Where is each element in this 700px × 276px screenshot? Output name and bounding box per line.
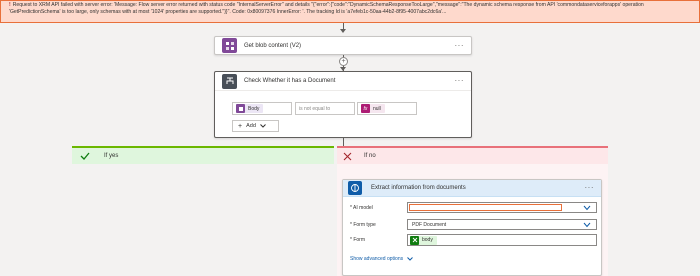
azure-blob-icon [236,104,245,113]
form-type-select[interactable]: PDF Document [407,219,597,230]
condition-operator-select[interactable]: is not equal to [295,102,355,115]
show-advanced-label: Show advanced options [350,256,404,262]
connector-line [343,138,344,146]
error-message: Request to XRM API failed with server er… [9,2,644,15]
condition-left-operand[interactable]: Body [232,102,292,115]
chevron-down-icon [260,124,266,128]
expression-token[interactable]: fx null [361,104,385,113]
add-condition-button[interactable]: + Add [232,120,279,132]
action-card-get-blob[interactable]: Get blob content (V2) ··· [214,36,472,55]
plus-icon: + [238,122,243,130]
condition-right-operand[interactable]: fx null [357,102,417,115]
function-icon: fx [361,104,370,113]
operator-label: is not equal to [299,105,331,112]
insert-step-button[interactable]: + [339,57,348,66]
more-options-icon[interactable]: ··· [585,184,595,192]
action-title: Get blob content (V2) [244,42,302,49]
form-type-label: * Form type [350,222,376,228]
branch-if-yes[interactable]: If yes [72,146,334,164]
dynamic-content-token[interactable]: Body [236,104,264,113]
more-options-icon[interactable]: ··· [455,77,465,85]
ai-model-label: * AI model [350,205,373,211]
close-icon [343,152,352,160]
azure-blob-icon [222,38,237,53]
form-input[interactable]: body [407,234,597,246]
error-banner: ! Request to XRM API failed with server e… [0,0,700,23]
checkmark-icon [80,152,90,160]
error-icon: ! [9,2,11,8]
dynamic-content-token[interactable]: body [410,235,437,245]
token-label: body [422,237,433,243]
connector-arrow [340,29,346,33]
highlight-box [409,204,562,211]
chevron-down-icon [583,222,591,228]
branch-label: If no [364,153,376,159]
condition-card[interactable]: Check Whether it has a Document ··· Body… [214,71,472,138]
form-type-value: PDF Document [412,221,447,228]
more-options-icon[interactable]: ··· [455,41,465,49]
chevron-down-icon [407,257,413,261]
excel-icon [410,235,419,245]
condition-title: Check Whether it has a Document [244,78,336,84]
action-title: Extract information from documents [371,185,466,191]
token-label: Body [248,105,260,112]
ai-builder-card[interactable]: Extract information from documents ··· *… [342,179,602,276]
branch-if-no[interactable]: If no [337,146,608,164]
add-label: Add [246,123,256,129]
chevron-down-icon [583,205,591,211]
branch-label: If yes [104,153,119,159]
condition-icon [222,73,237,89]
ai-builder-icon [348,181,362,195]
token-label: null [373,105,381,112]
show-advanced-options-link[interactable]: Show advanced options [350,256,413,262]
ai-model-select[interactable] [407,202,597,213]
form-label: * Form [350,237,365,243]
